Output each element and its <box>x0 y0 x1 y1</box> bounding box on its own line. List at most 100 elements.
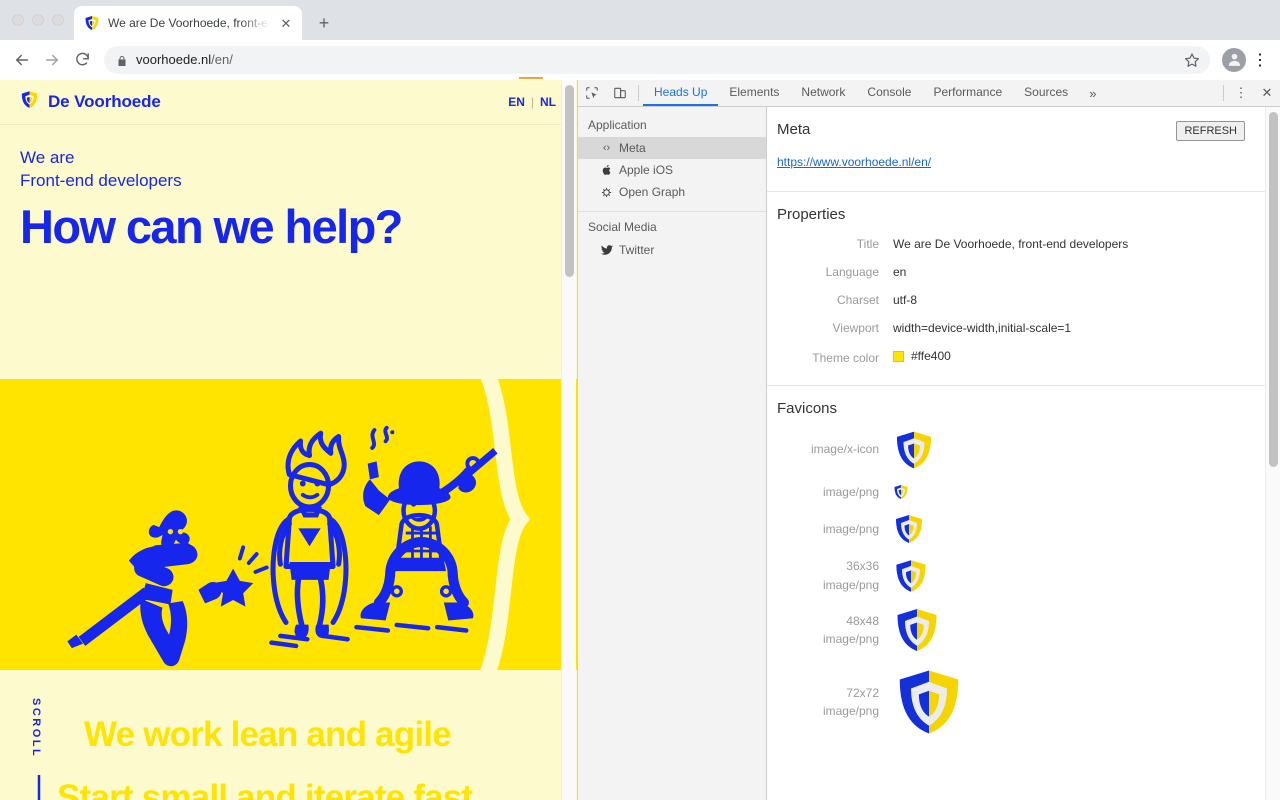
property-value-language: en <box>893 265 907 280</box>
devtools-close-icon[interactable]: ✕ <box>1254 80 1280 106</box>
scroll-label: SCROLL <box>30 698 42 759</box>
page-lower-section: SCROLL We work lean and agile Start smal… <box>0 670 577 800</box>
favicon-size: 36x36 <box>846 559 879 574</box>
tagline-line-2: Start small and iterate fast <box>57 778 473 800</box>
bookmark-star-icon[interactable] <box>1180 48 1204 72</box>
hero-illustration-band <box>0 379 577 670</box>
meta-heading: Meta <box>777 121 811 138</box>
tagline-line-1: We work lean and agile <box>84 715 452 754</box>
sidebar-group-application: Application <box>588 118 647 132</box>
lang-separator: | <box>530 95 534 109</box>
hero-title: How can we help? <box>20 200 403 254</box>
reload-icon[interactable] <box>68 46 96 74</box>
voorhoede-shield-icon <box>899 670 959 734</box>
sidebar-item-apple-ios-label: Apple iOS <box>619 163 674 177</box>
browser-menu-icon[interactable]: ⋮ <box>1248 48 1272 72</box>
site-header: De Voorhoede EN | NL <box>0 80 577 125</box>
lock-icon <box>116 54 128 66</box>
favicon-label: image/png <box>777 520 893 539</box>
property-value-viewport: width=device-width,initial-scale=1 <box>893 321 1072 336</box>
page-scrollbar[interactable] <box>561 80 576 800</box>
meta-section: Meta REFRESH https://www.voorhoede.nl/en… <box>767 107 1265 193</box>
tab-heads-up[interactable]: Heads Up <box>643 80 719 106</box>
browser-toolbar: voorhoede.nl/en/ ⋮ <box>0 40 1280 80</box>
devtools-scrollbar-thumb[interactable] <box>1269 112 1278 467</box>
toolbar-divider <box>638 85 639 101</box>
sidebar-item-meta[interactable]: ‹› Meta <box>578 137 766 159</box>
url-text: voorhoede.nl/en/ <box>136 52 1172 67</box>
window-minimize-dot[interactable] <box>32 14 44 26</box>
tab-close-icon[interactable]: ✕ <box>278 15 294 31</box>
favicon-row: 48x48 image/png <box>777 606 1245 654</box>
property-label-language: Language <box>825 265 879 280</box>
twitter-icon <box>600 244 613 256</box>
favicon-row: 72x72 image/png <box>777 666 1245 738</box>
meta-url-link[interactable]: https://www.voorhoede.nl/en/ <box>777 155 931 169</box>
back-icon[interactable] <box>8 46 36 74</box>
favicon-preview <box>893 558 929 594</box>
hero-kicker-line2: Front-end developers <box>20 170 182 190</box>
lang-en[interactable]: EN <box>508 95 525 109</box>
refresh-button[interactable]: REFRESH <box>1176 121 1245 142</box>
favicon-size: 48x48 <box>846 613 879 628</box>
window-maximize-dot[interactable] <box>52 14 64 26</box>
devtools-settings-icon[interactable]: ⋮ <box>1228 80 1254 106</box>
voorhoede-shield-icon <box>897 609 937 652</box>
property-row-charset: Charset utf-8 <box>777 293 1245 307</box>
meta-section-header: Meta REFRESH <box>777 121 1245 142</box>
favicon-type: image/png <box>822 704 879 719</box>
devtools-scroll-area: Meta REFRESH https://www.voorhoede.nl/en… <box>767 107 1280 800</box>
tab-elements[interactable]: Elements <box>718 80 790 106</box>
tab-performance[interactable]: Performance <box>922 80 1013 106</box>
tab-sources[interactable]: Sources <box>1013 80 1079 106</box>
tab-network[interactable]: Network <box>790 80 856 106</box>
device-toolbar-icon[interactable] <box>606 80 634 106</box>
sidebar-item-open-graph[interactable]: Open Graph <box>578 181 766 203</box>
profile-avatar[interactable] <box>1222 47 1246 72</box>
devtools-toolbar: Heads Up Elements Network Console Perfor… <box>578 80 1280 107</box>
favicon-label: 36x36 image/png <box>777 557 893 594</box>
brand-name: De Voorhoede <box>48 92 161 111</box>
devtools-body: Application ‹› Meta Apple iOS Open Graph… <box>578 107 1280 800</box>
favicon-type: image/x-icon <box>810 442 879 457</box>
devtools-scrollbar[interactable] <box>1265 107 1280 800</box>
devtools-toolbar-right: ⋮ ✕ <box>1219 80 1280 106</box>
page-scrollbar-thumb[interactable] <box>565 85 574 277</box>
favicon-row: image/png <box>777 513 1245 545</box>
language-switcher: EN | NL <box>508 95 556 109</box>
sidebar-item-twitter-label: Twitter <box>619 243 655 257</box>
browser-window: We are De Voorhoede, front-en ✕ + voorho… <box>0 0 1280 800</box>
lang-nl[interactable]: NL <box>540 95 556 109</box>
inspect-element-icon[interactable] <box>578 80 606 106</box>
open-graph-icon <box>600 187 613 198</box>
favicons-heading: Favicons <box>777 399 838 417</box>
site-logo[interactable]: De Voorhoede <box>20 90 161 114</box>
favicon-preview <box>893 484 909 500</box>
sidebar-item-apple-ios[interactable]: Apple iOS <box>578 159 766 181</box>
property-value-theme-color: #ffe400 <box>893 349 951 363</box>
property-value-charset: utf-8 <box>893 293 918 308</box>
favicon-type: image/png <box>822 577 879 592</box>
voorhoede-shield-icon <box>896 515 922 544</box>
forward-icon[interactable] <box>38 46 66 74</box>
browser-tab[interactable]: We are De Voorhoede, front-en ✕ <box>74 6 302 40</box>
favicon-preview <box>893 429 935 471</box>
favicon-label: 72x72 image/png <box>777 684 893 721</box>
tab-console[interactable]: Console <box>856 80 922 106</box>
sidebar-item-meta-label: Meta <box>619 141 646 155</box>
window-close-dot[interactable] <box>12 14 24 26</box>
favicon-size: 72x72 <box>846 685 879 700</box>
new-tab-button[interactable]: + <box>310 9 338 37</box>
sidebar-item-twitter[interactable]: Twitter <box>578 239 766 261</box>
property-label-charset: Charset <box>836 293 879 308</box>
devtools-tabs: Heads Up Elements Network Console Perfor… <box>643 80 1219 106</box>
address-bar[interactable]: voorhoede.nl/en/ <box>104 45 1210 74</box>
favicon-label: image/x-icon <box>777 440 893 459</box>
favicon-type: image/png <box>822 484 879 499</box>
properties-heading: Properties <box>777 206 846 224</box>
hero-illustration <box>0 379 577 670</box>
page-viewport: De Voorhoede EN | NL We are Front-end de… <box>0 80 578 800</box>
more-tabs-icon[interactable]: » <box>1079 80 1106 106</box>
property-row-viewport: Viewport width=device-width,initial-scal… <box>777 321 1245 335</box>
toolbar-divider-right <box>1223 85 1224 101</box>
